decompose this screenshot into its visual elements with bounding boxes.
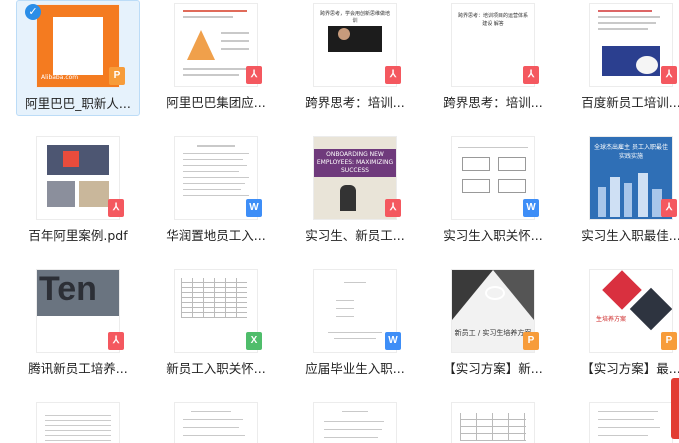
thumb-caption: 全球杰出雇主 员工入职最佳实践实施 — [594, 144, 668, 160]
file-tile[interactable]: W 实习生入职关怀... — [431, 133, 555, 249]
thumb-caption: 跨界思考：培训项目的运营体系建设 解答 — [457, 13, 528, 27]
file-name[interactable]: 实习生、新员工... — [293, 225, 417, 244]
file-tile[interactable]: ⅄ 百年阿里案例.pdf — [16, 133, 140, 249]
file-name[interactable]: 新员工入职关怀... — [154, 358, 278, 377]
file-name[interactable]: 应届毕业生入职... — [293, 358, 417, 377]
file-tile[interactable] — [569, 399, 679, 443]
file-name[interactable]: 【实习方案】最... — [569, 358, 679, 377]
file-thumbnail — [452, 137, 534, 219]
file-thumbnail: 新员工 / 实习生培养方案 — [452, 270, 534, 352]
file-tile[interactable]: 生培养方案 P 【实习方案】最... — [569, 266, 679, 382]
file-tile[interactable]: Ten ⅄ 腾讯新员工培养... — [16, 266, 140, 382]
file-tile[interactable]: W 华润置地员工入... — [154, 133, 278, 249]
pdf-icon: ⅄ — [108, 199, 124, 217]
file-name[interactable]: 腾讯新员工培养... — [16, 358, 140, 377]
file-name[interactable]: 百度新员工培训... — [569, 92, 679, 111]
file-name[interactable]: 实习生入职关怀... — [431, 225, 555, 244]
word-icon: W — [385, 332, 401, 350]
file-tile[interactable] — [154, 399, 278, 443]
file-name[interactable]: 跨界思考：培训... — [431, 92, 555, 111]
file-name[interactable]: 跨界思考：培训... — [293, 92, 417, 111]
file-name[interactable]: 【实习方案】新... — [431, 358, 555, 377]
file-tile[interactable]: 跨界思考：培训项目的运营体系建设 解答 ⅄ 跨界思考：培训... — [431, 0, 555, 116]
file-name[interactable]: 华润置地员工入... — [154, 225, 278, 244]
file-thumbnail: 跨界思考：培训项目的运营体系建设 解答 — [452, 4, 534, 86]
file-thumbnail: Alibaba.com — [37, 5, 119, 87]
file-thumbnail — [314, 403, 396, 443]
file-name[interactable]: 实习生入职最佳... — [569, 225, 679, 244]
pdf-icon: ⅄ — [246, 66, 262, 84]
file-thumbnail — [590, 4, 672, 86]
file-tile[interactable]: W 应届毕业生入职... — [293, 266, 417, 382]
file-thumbnail — [175, 137, 257, 219]
word-icon: W — [246, 199, 262, 217]
file-thumbnail: Ten — [37, 270, 119, 352]
file-tile[interactable] — [431, 399, 555, 443]
file-thumbnail — [175, 403, 257, 443]
ppt-icon: P — [661, 332, 677, 350]
file-thumbnail — [37, 137, 119, 219]
file-thumbnail: ONBOARDING NEW EMPLOYEES: MAXIMIZING SUC… — [314, 137, 396, 219]
pdf-icon: ⅄ — [108, 332, 124, 350]
file-tile[interactable] — [16, 399, 140, 443]
file-tile[interactable]: ⅄ 阿里巴巴集团应... — [154, 0, 278, 116]
thumb-caption: Alibaba.com — [41, 74, 79, 81]
file-thumbnail — [175, 270, 257, 352]
file-thumbnail — [175, 4, 257, 86]
file-tile[interactable]: Alibaba.com ✓ P 阿里巴巴_职新人... — [16, 0, 140, 116]
file-thumbnail: 跨界思考，学会用创新思维做培训 — [314, 4, 396, 86]
file-grid: Alibaba.com ✓ P 阿里巴巴_职新人... ⅄ 阿里巴巴集团应...… — [0, 0, 679, 443]
excel-icon: X — [246, 332, 262, 350]
selected-check-icon[interactable]: ✓ — [25, 4, 41, 20]
file-thumbnail: 生培养方案 — [590, 270, 672, 352]
scrollbar-thumb[interactable] — [671, 378, 679, 439]
pdf-icon: ⅄ — [523, 66, 539, 84]
file-tile[interactable]: 全球杰出雇主 员工入职最佳实践实施 ⅄ 实习生入职最佳... — [569, 133, 679, 249]
ppt-icon: P — [523, 332, 539, 350]
file-tile[interactable]: 新员工 / 实习生培养方案 P 【实习方案】新... — [431, 266, 555, 382]
file-tile[interactable]: 跨界思考，学会用创新思维做培训 ⅄ 跨界思考：培训... — [293, 0, 417, 116]
file-name[interactable]: 阿里巴巴_职新人... — [17, 93, 139, 112]
thumb-caption: 新员工 / 实习生培养方案 — [454, 329, 532, 337]
thumb-caption: ONBOARDING NEW EMPLOYEES: MAXIMIZING SUC… — [316, 151, 394, 174]
thumb-caption: Ten — [39, 270, 97, 308]
file-name[interactable]: 百年阿里案例.pdf — [16, 225, 140, 244]
file-thumbnail — [452, 403, 534, 443]
thumb-caption: 生培养方案 — [596, 316, 627, 323]
file-tile[interactable] — [293, 399, 417, 443]
pdf-icon: ⅄ — [385, 199, 401, 217]
file-thumbnail — [314, 270, 396, 352]
file-tile[interactable]: ⅄ 百度新员工培训... — [569, 0, 679, 116]
file-name[interactable]: 阿里巴巴集团应... — [154, 92, 278, 111]
file-thumbnail: 全球杰出雇主 员工入职最佳实践实施 — [590, 137, 672, 219]
file-thumbnail — [590, 403, 672, 443]
word-icon: W — [523, 199, 539, 217]
file-thumbnail — [37, 403, 119, 443]
thumb-caption: 跨界思考，学会用创新思维做培训 — [319, 11, 390, 24]
pdf-icon: ⅄ — [661, 199, 677, 217]
file-tile[interactable]: X 新员工入职关怀... — [154, 266, 278, 382]
pdf-icon: ⅄ — [385, 66, 401, 84]
ppt-icon: P — [109, 67, 125, 85]
file-tile[interactable]: ONBOARDING NEW EMPLOYEES: MAXIMIZING SUC… — [293, 133, 417, 249]
pdf-icon: ⅄ — [661, 66, 677, 84]
